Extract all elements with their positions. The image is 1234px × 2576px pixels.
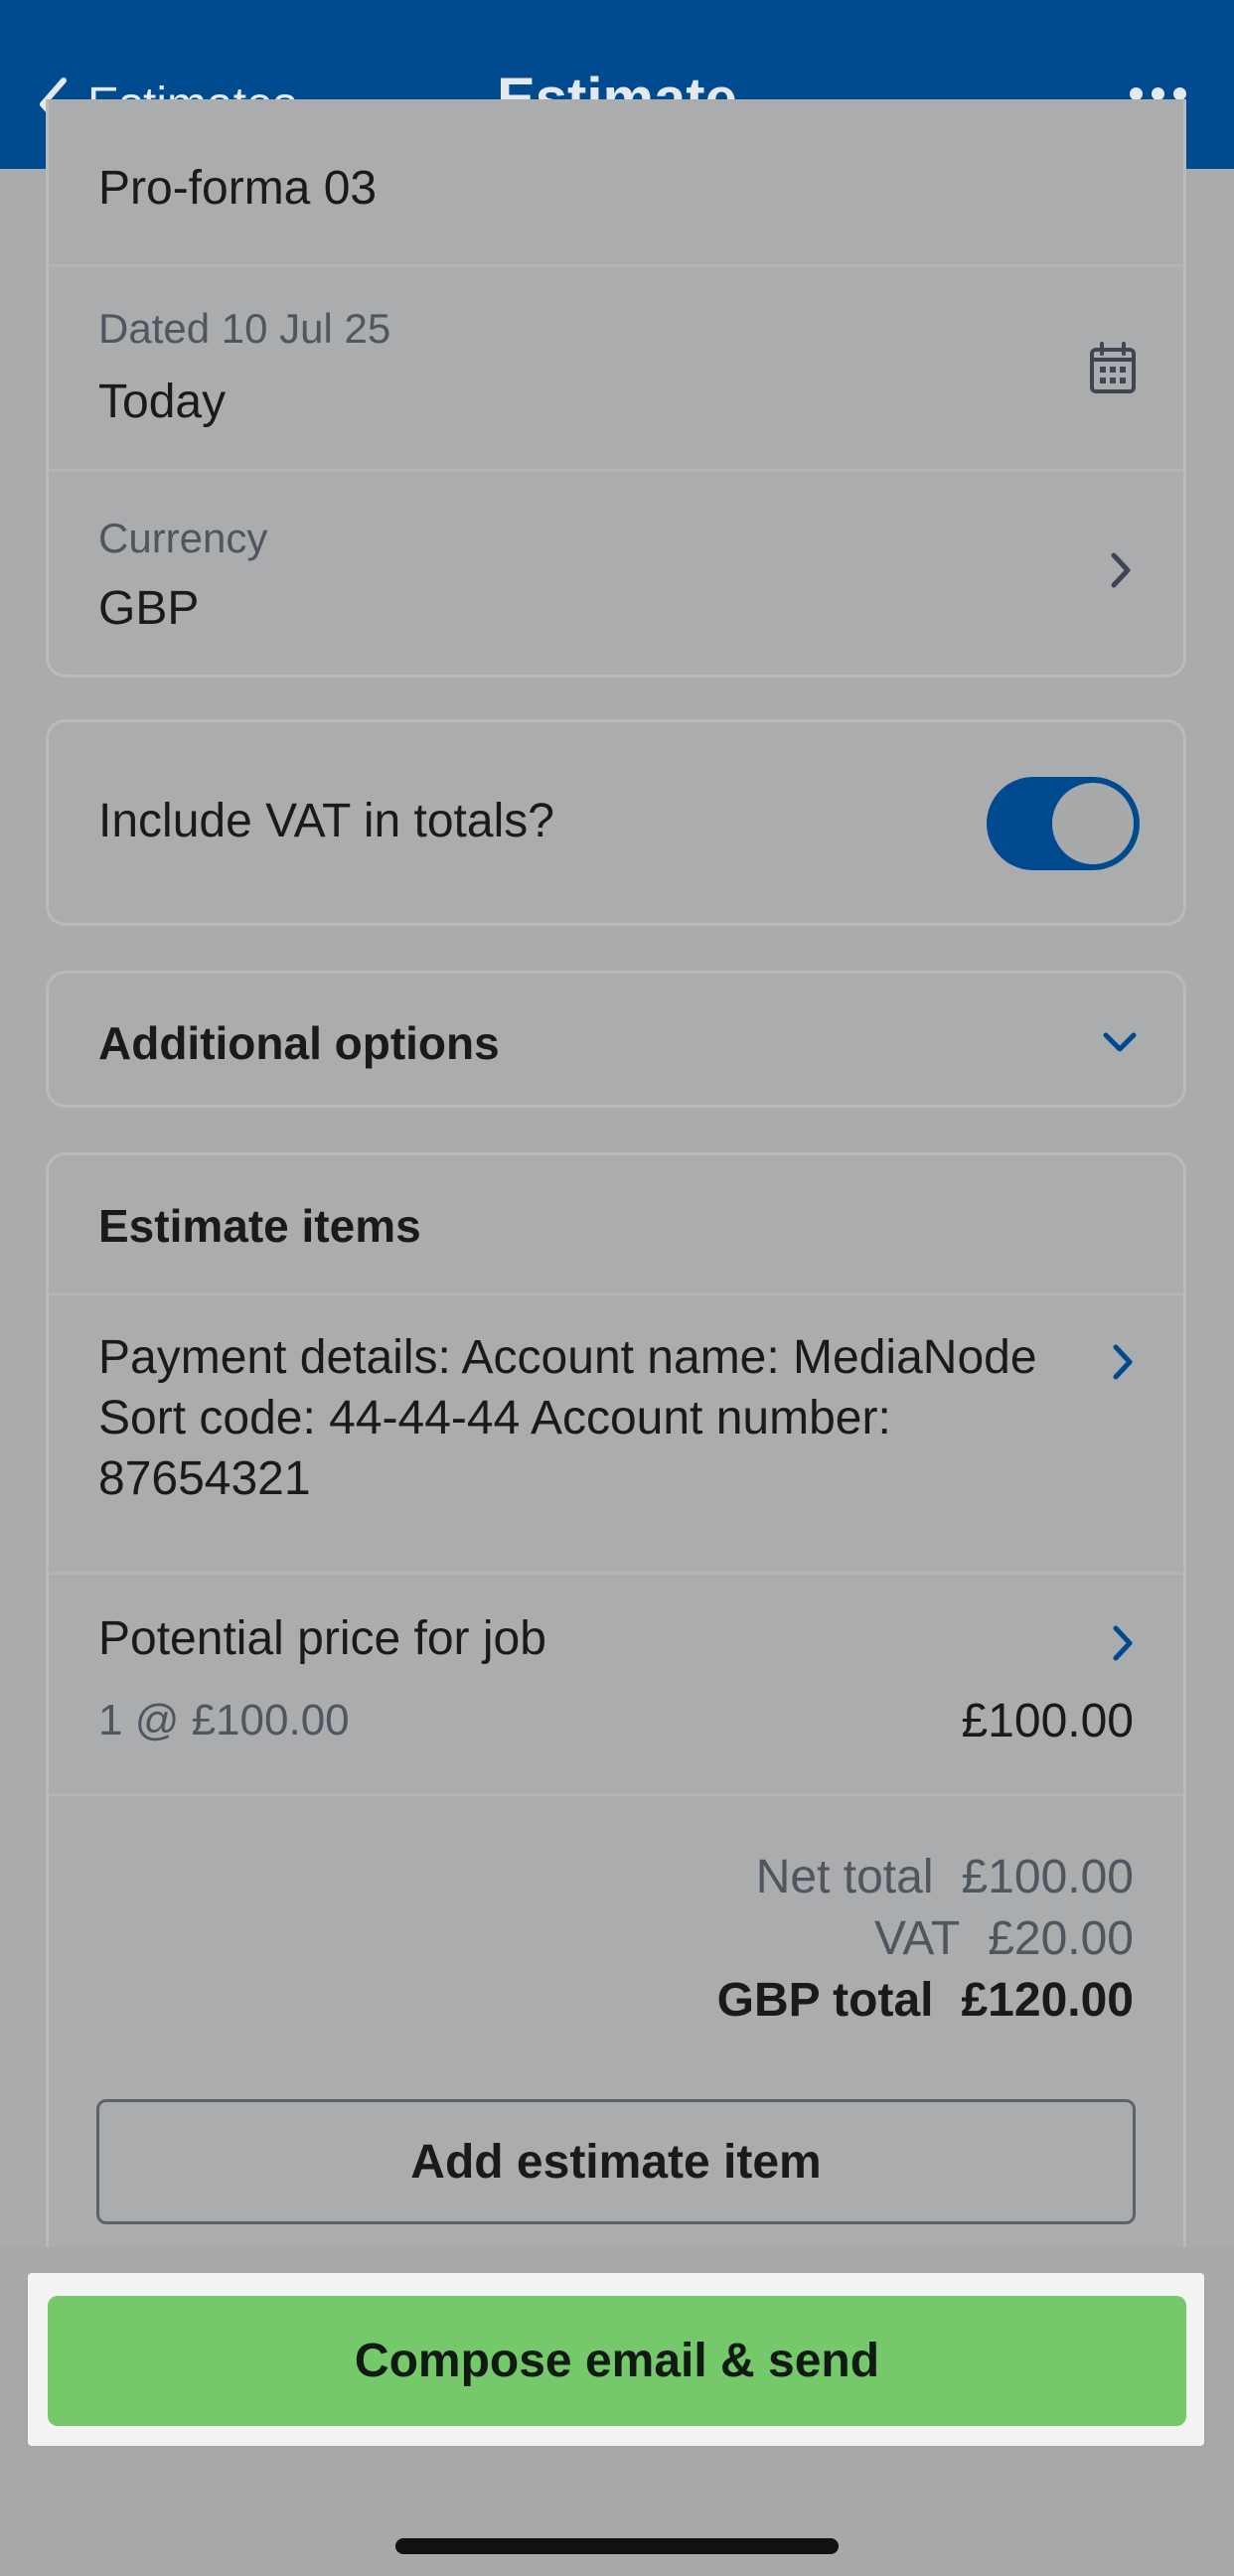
estimate-items-card: Estimate items Payment details: Account … [46,1152,1186,2325]
vat-total-row: VAT £20.00 [717,1908,1134,1970]
estimate-details-card: Pro-forma 03 Dated 10 Jul 25 Today Curre… [46,99,1186,678]
currency-value: GBP [98,582,200,635]
item-description: Payment details: Account name: MediaNode… [98,1331,1037,1505]
estimate-items-heading: Estimate items [98,1200,421,1252]
net-total-label: Net total [755,1851,934,1903]
additional-options-label: Additional options [98,1017,500,1069]
additional-options-card[interactable]: Additional options [46,971,1186,1108]
vat-toggle[interactable] [987,777,1140,870]
net-total-row: Net total £100.00 [717,1847,1134,1908]
vat-label: Include VAT in totals? [98,795,554,847]
item-quantity-price: 1 @ £100.00 [98,1696,350,1744]
vat-total-value: £20.00 [988,1912,1134,1965]
toggle-knob [1052,783,1134,864]
net-total-value: £100.00 [961,1851,1134,1903]
item-description: Potential price for job [98,1612,546,1665]
add-estimate-item-button[interactable]: Add estimate item [96,2099,1136,2224]
date-value: Today [98,376,227,428]
list-item[interactable]: Potential price for job 1 @ £100.00 £100… [49,1575,1183,1793]
date-label: Dated 10 Jul 25 [98,305,391,352]
item-amount: £100.00 [961,1695,1134,1747]
reference-row[interactable]: Pro-forma 03 [49,99,1183,264]
vat-total-label: VAT [873,1912,961,1965]
chevron-down-icon [1103,1032,1137,1052]
home-indicator [395,2538,839,2554]
calendar-icon[interactable] [1088,342,1138,395]
chevron-right-icon [1113,1625,1133,1661]
vat-card: Include VAT in totals? [46,719,1186,926]
gross-total-label: GBP total [716,1974,934,2027]
gross-total-value: £120.00 [961,1974,1134,2027]
compose-email-send-button[interactable]: Compose email & send [48,2296,1186,2426]
chevron-right-icon [1111,552,1131,588]
currency-label: Currency [98,515,268,561]
chevron-right-icon [1113,1344,1133,1380]
currency-row[interactable]: Currency GBP [49,472,1183,675]
gross-total-row: GBP total £120.00 [717,1970,1134,2032]
reference-value: Pro-forma 03 [98,162,378,215]
date-row[interactable]: Dated 10 Jul 25 Today [49,267,1183,469]
totals-summary: Net total £100.00 VAT £20.00 GBP total £120… [717,1847,1134,2032]
list-item[interactable]: Payment details: Account name: MediaNode… [49,1295,1183,1572]
divider [49,1793,1183,1796]
